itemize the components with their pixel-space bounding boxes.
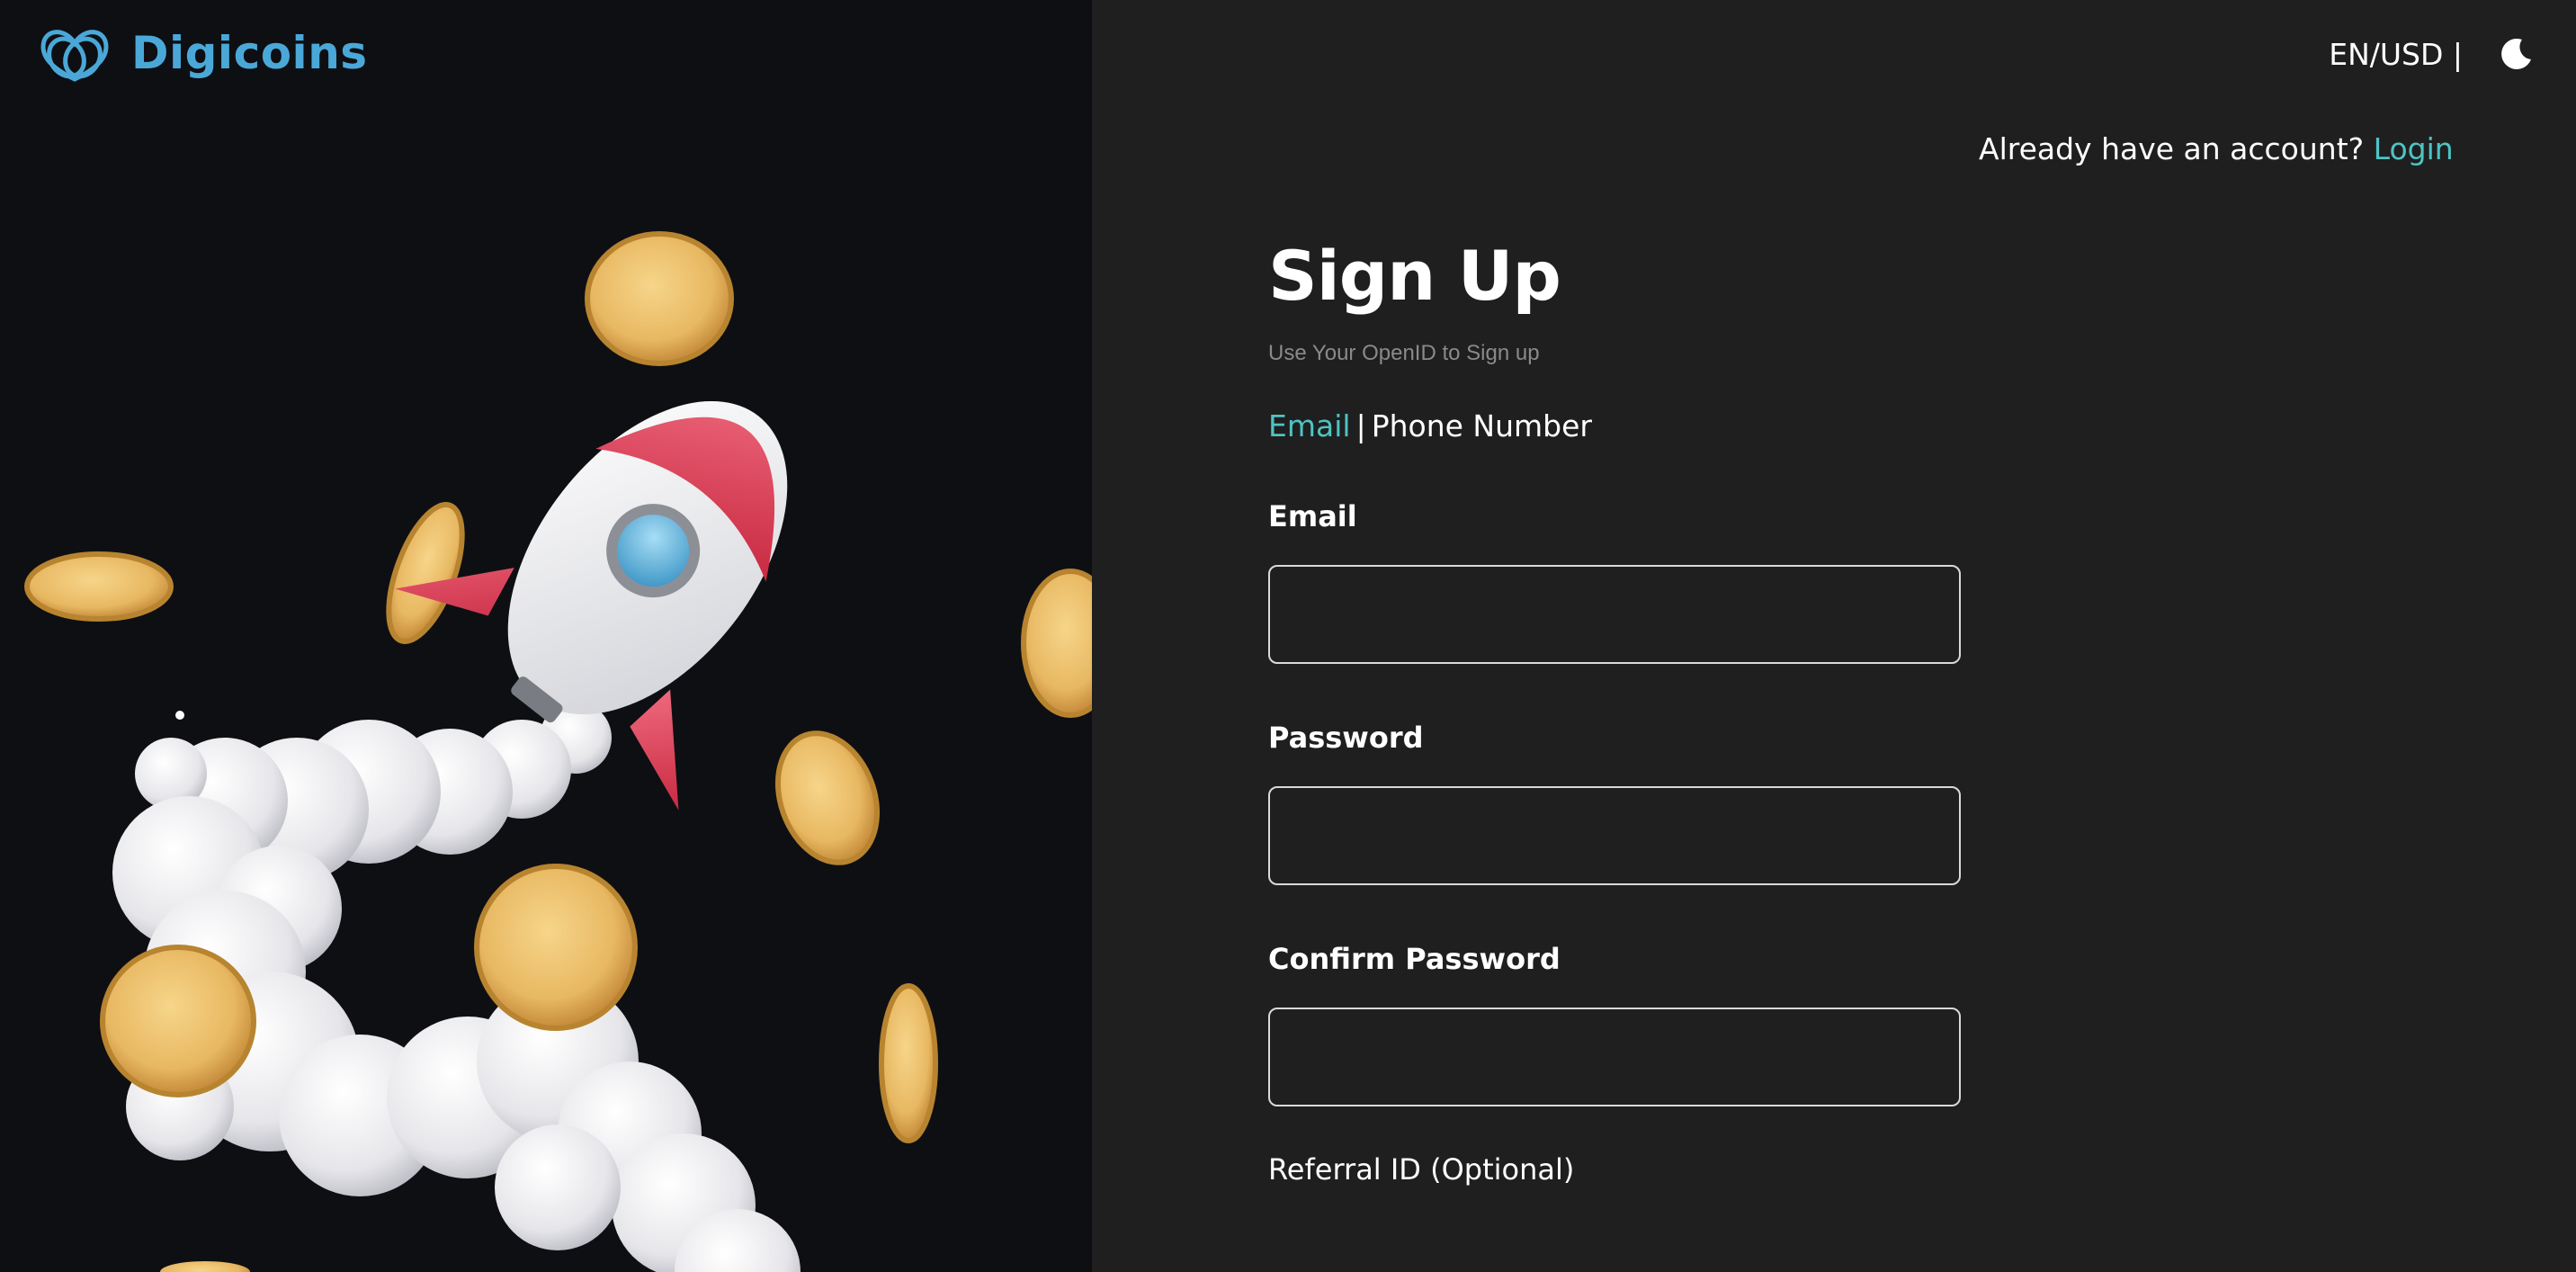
- confirm-password-field-group: Confirm Password: [1268, 941, 1961, 1106]
- login-link[interactable]: Login: [2374, 131, 2454, 166]
- confirm-password-label: Confirm Password: [1268, 942, 1561, 976]
- account-prompt: Already have an account? Login: [1979, 131, 2454, 166]
- signup-method-switch: Email | Phone Number: [1268, 408, 1961, 444]
- tab-phone-number[interactable]: Phone Number: [1372, 408, 1592, 443]
- top-bar: EN/USD |: [2329, 27, 2576, 81]
- tab-email[interactable]: Email: [1268, 408, 1351, 443]
- referral-id-label: Referral ID (Optional): [1268, 1152, 1575, 1187]
- page-title: Sign Up: [1268, 236, 1561, 316]
- signup-form: Sign Up Use Your OpenID to Sign up Email…: [1268, 236, 1961, 1187]
- method-separator: |: [1355, 408, 1366, 443]
- rocket-with-coins-illustration: [24, 231, 1092, 1272]
- locale-currency-selector[interactable]: EN/USD |: [2329, 37, 2463, 72]
- hero-panel: Digicoins: [0, 0, 1092, 1272]
- password-label: Password: [1268, 721, 1424, 755]
- brand[interactable]: Digicoins: [38, 22, 368, 85]
- signup-page: Digicoins EN/USD | Already have an accou…: [0, 0, 2576, 1272]
- email-label: Email: [1268, 499, 1357, 533]
- password-field[interactable]: [1268, 786, 1961, 885]
- brand-name: Digicoins: [131, 27, 368, 79]
- password-field-group: Password: [1268, 720, 1961, 885]
- moon-icon[interactable]: [2497, 34, 2536, 74]
- account-prompt-text: Already have an account?: [1979, 131, 2365, 166]
- confirm-password-field[interactable]: [1268, 1008, 1961, 1106]
- digicoins-logo-icon: [40, 30, 109, 82]
- page-subtitle: Use Your OpenID to Sign up: [1268, 341, 1540, 365]
- email-field[interactable]: [1268, 565, 1961, 664]
- email-field-group: Email: [1268, 498, 1961, 664]
